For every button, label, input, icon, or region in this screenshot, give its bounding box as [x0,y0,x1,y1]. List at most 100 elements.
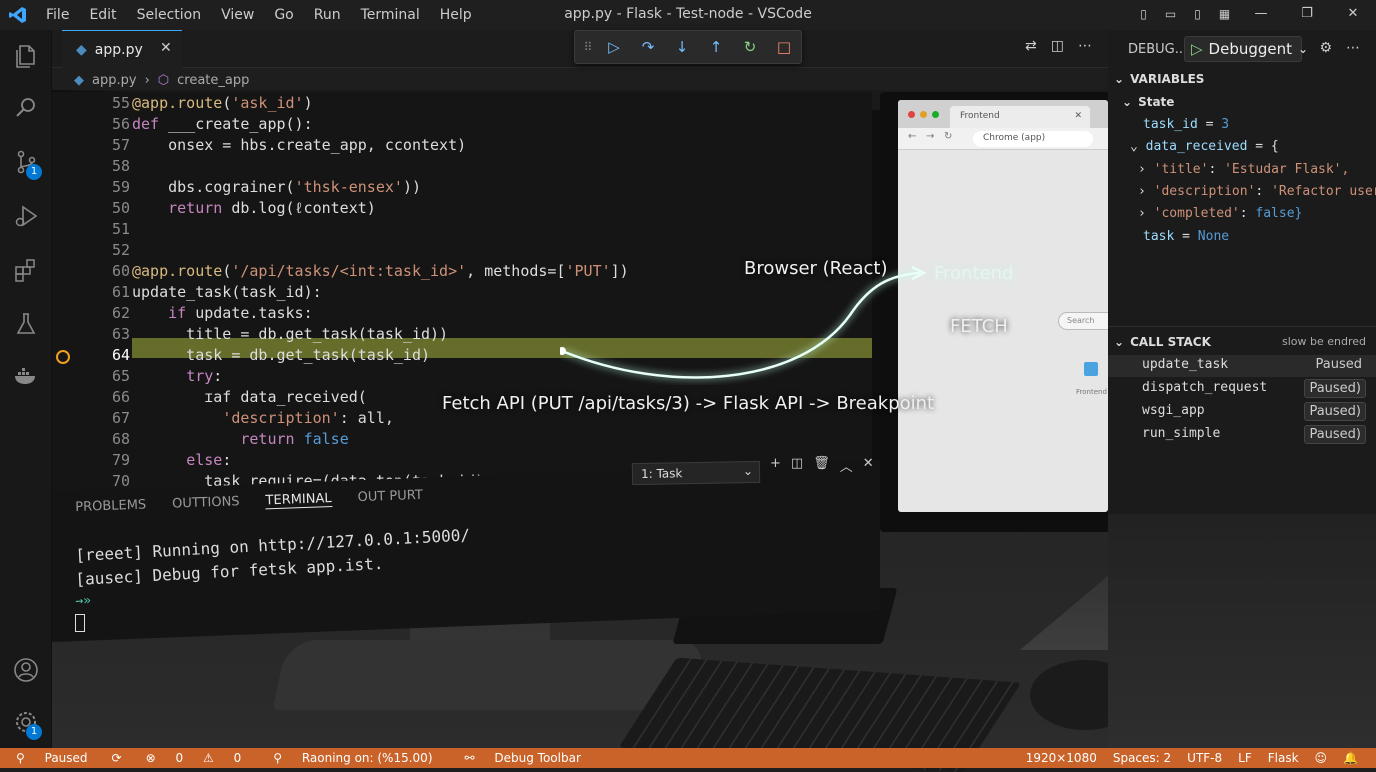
debug-toolbar-label: Debug Toolbar [494,751,581,765]
debug-toolbar-status[interactable]: ⚯ Debug Toolbar [449,751,597,765]
new-terminal-icon[interactable]: + [770,456,781,475]
more-icon[interactable]: ⋯ [1346,40,1360,56]
line-number: 51 [111,220,130,238]
drag-handle-icon[interactable]: ⠿ [583,40,593,54]
var-description[interactable]: › 'description': 'Refactor user a [1138,184,1376,199]
close-panel-icon[interactable]: ✕ [863,456,874,475]
close-window-icon[interactable]: ✕ [1330,0,1376,30]
tab-outport[interactable]: OUT PURT [357,488,423,506]
menu-go[interactable]: Go [264,7,303,23]
tab-output[interactable]: OUTTIONS [172,494,240,512]
accounts-icon[interactable] [0,646,52,694]
toggle-sidebar-icon[interactable]: ▯ [1130,0,1157,30]
debug-config-value: Debuggent [1208,40,1293,58]
open-changes-icon[interactable]: ⇄ [1025,38,1037,54]
fetch-label: FETCH [950,316,1008,337]
split-terminal-icon[interactable]: ◫ [791,456,803,475]
resolution-status[interactable]: 1920×1080 [1018,751,1105,765]
run-debug-icon[interactable] [0,192,52,240]
docker-icon[interactable] [0,352,52,400]
start-debug-icon[interactable]: ▷ [1191,40,1203,58]
debug-sidebar: DEBUG... ▷ Debuggent ⌄ ⚙ ⋯ ⌄ VARIABLES ⌄ S… [1108,30,1376,748]
browser-tab-close-icon[interactable]: ✕ [1074,111,1082,121]
menu-selection[interactable]: Selection [127,7,212,23]
chevron-down-icon: ⌄ [1114,335,1125,349]
breakpoint-paused-icon[interactable] [56,350,70,364]
var-value: None [1197,229,1230,244]
customize-layout-icon[interactable]: ▦ [1211,0,1238,30]
back-icon[interactable]: ← [908,131,916,142]
breadcrumb-file[interactable]: app.py [92,73,137,88]
debug-config-select[interactable]: ▷ Debuggent ⌄ [1184,36,1308,62]
running-status[interactable]: ⚲ Raoning on: (%15.00) [257,751,448,765]
chevron-right-icon: › [144,72,150,88]
var-task[interactable]: task = None [1143,229,1229,244]
variables-section-header[interactable]: ⌄ VARIABLES [1114,72,1204,86]
menu-terminal[interactable]: Terminal [351,7,430,23]
breadcrumb-symbol[interactable]: create_app [177,73,249,88]
gear-icon[interactable]: ⚙ [1319,40,1332,56]
menu-view[interactable]: View [211,7,264,23]
callstack-frame[interactable]: dispatch_request Paused) [1108,378,1376,400]
search-icon[interactable] [0,84,52,132]
callstack-frame[interactable]: wsgi_app Paused) [1108,401,1376,423]
testing-icon[interactable] [0,300,52,348]
minimize-icon[interactable]: — [1238,0,1284,30]
var-data-received[interactable]: ⌄ data_received = { [1130,139,1279,154]
forward-icon[interactable]: → [926,131,934,142]
restart-icon[interactable]: ↻ [737,38,763,56]
toggle-panel-icon[interactable]: ▭ [1157,0,1184,30]
maximize-icon[interactable]: ❐ [1284,0,1330,30]
continue-icon[interactable]: ▷ [601,38,627,56]
toggle-secondary-sidebar-icon[interactable]: ▯ [1184,0,1211,30]
more-actions-icon[interactable]: ⋯ [1078,38,1092,54]
bell-icon[interactable]: 🔔 [1335,751,1366,765]
var-task-id[interactable]: task_id = 3 [1143,117,1229,132]
menu-run[interactable]: Run [304,7,351,23]
browser-tab[interactable]: Frontend ✕ [950,106,1090,128]
settings-gear-icon[interactable]: 1 [0,698,52,746]
maximize-panel-icon[interactable]: ︿ [840,456,853,475]
code-line: def ___create_app(): [132,115,313,133]
callstack-frame[interactable]: update_task Paused [1108,355,1376,377]
tab-terminal[interactable]: TERMINAL [265,491,332,510]
menu-file[interactable]: File [36,7,79,23]
step-out-icon[interactable]: ↑ [703,38,729,56]
extensions-icon[interactable] [0,246,52,294]
terminal-cursor[interactable] [75,614,85,632]
trash-icon[interactable]: 🗑 [813,456,830,475]
var-completed[interactable]: › 'completed': false} [1138,206,1302,221]
tab-problems[interactable]: PROBLEMS [75,498,146,516]
explorer-icon[interactable] [0,32,52,80]
tab-close-icon[interactable]: ✕ [160,40,172,56]
split-editor-icon[interactable]: ◫ [1051,38,1064,54]
spaces-status[interactable]: Spaces: 2 [1105,751,1179,765]
source-control-icon[interactable]: 1 [0,138,52,186]
eol-status[interactable]: LF [1230,751,1260,765]
encoding-status[interactable]: UTF-8 [1179,751,1230,765]
debug-mode[interactable]: ⚲ Paused [0,751,104,765]
reload-icon[interactable]: ↻ [944,131,952,142]
browser-url[interactable]: Chrome (app) [973,131,1093,147]
right-monitor-frame [1108,514,1376,748]
menu-edit[interactable]: Edit [79,7,126,23]
stop-icon[interactable]: □ [771,38,797,56]
callstack-frame[interactable]: run_simple Paused) [1108,424,1376,446]
browser-search[interactable]: Search [1058,312,1108,330]
step-over-icon[interactable]: ↷ [635,38,661,56]
language-status[interactable]: Flask [1260,751,1307,765]
frame-name: dispatch_request [1142,380,1268,395]
var-title[interactable]: › 'title': 'Estudar Flask', [1138,162,1349,177]
browser-close-dot[interactable] [908,111,915,118]
feedback-icon[interactable]: ☺ [1307,751,1336,765]
scope-state[interactable]: ⌄ State [1122,95,1174,109]
step-into-icon[interactable]: ↓ [669,38,695,56]
code-line: try: [186,367,223,385]
browser-max-dot[interactable] [932,111,939,118]
menu-help[interactable]: Help [430,7,482,23]
terminal-select[interactable]: 1: Task ⌄ [631,460,761,486]
problems-status[interactable]: ⊗ 0 ⚠ 0 [130,751,258,765]
sync-icon[interactable]: ⟳ [104,751,130,765]
browser-min-dot[interactable] [920,111,927,118]
callstack-section-header[interactable]: ⌄ CALL STACK [1114,335,1211,349]
